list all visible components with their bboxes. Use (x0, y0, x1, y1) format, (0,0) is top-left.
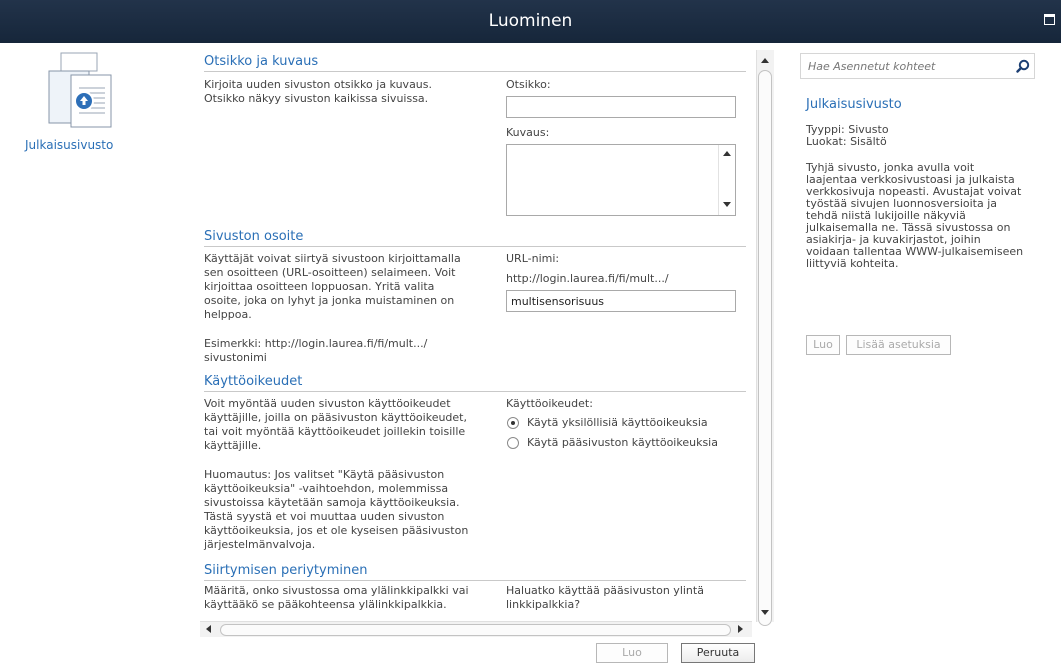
url-prefix: http://login.laurea.fi/fi/mult.../ (506, 272, 669, 285)
note-line: Tästä syystä et voi muuttaa uuden sivust… (204, 510, 445, 523)
title-input[interactable] (506, 96, 736, 118)
section-address-heading: Sivuston osoite (204, 229, 304, 244)
question-line: Haluatko käyttää pääsivuston ylintä (506, 584, 704, 597)
desc-line: käyttäjille. (204, 439, 262, 452)
cancel-button[interactable]: Peruuta (681, 643, 755, 663)
template-label[interactable]: Julkaisusivusto (25, 138, 113, 152)
example-line: Esimerkki: http://login.laurea.fi/fi/mul… (204, 337, 428, 350)
horizontal-scrollbar[interactable] (200, 621, 752, 637)
scroll-down-icon[interactable] (723, 202, 731, 207)
description-textarea[interactable] (506, 144, 736, 216)
question-line: linkkipalkkia? (506, 598, 581, 611)
scroll-right-icon[interactable] (738, 625, 743, 633)
scroll-up-icon[interactable] (761, 58, 769, 63)
scroll-left-icon[interactable] (206, 625, 211, 633)
vertical-scroll-thumb[interactable] (758, 70, 772, 626)
template-categories: Luokat: Sisältö (806, 135, 887, 148)
scroll-down-icon[interactable] (761, 610, 769, 615)
template-description: Tyhjä sivusto, jonka avulla voit laajent… (806, 162, 1023, 270)
url-label: URL-nimi: (506, 252, 560, 265)
note-line: käyttöoikeuksia, jos et ole kyseisen pää… (204, 524, 469, 537)
search-icon[interactable] (1016, 59, 1030, 73)
permissions-note: Huomautus: Jos valitset "Käytä pääsivust… (204, 468, 496, 552)
section-title-desc-heading: Otsikko ja kuvaus (204, 54, 319, 69)
navigation-text: Määritä, onko sivustossa oma ylälinkkipa… (204, 584, 496, 612)
section-divider (204, 580, 746, 581)
desc-line: käyttäjille, joilla on pääsivuston käytt… (204, 411, 467, 424)
desc-line: tai voit myöntää käyttöoikeudet joilleki… (204, 425, 466, 438)
title-label: Otsikko: (506, 78, 551, 91)
template-detail-title: Julkaisusivusto (806, 97, 902, 112)
note-line: järjestelmänvalvoja. (204, 538, 316, 551)
radio-parent-permissions[interactable] (507, 437, 519, 449)
section-divider (204, 246, 746, 247)
address-text: Käyttäjät voivat siirtyä sivustoon kirjo… (204, 252, 496, 322)
more-options-button[interactable]: Lisää asetuksia (846, 335, 951, 355)
example-line: sivustonimi (204, 351, 267, 364)
desc-line: sen osoitteen (URL-osoitteen) selaimeen.… (204, 266, 456, 279)
window-title: Luominen (488, 11, 573, 31)
site-template-icon[interactable] (47, 52, 123, 128)
maximize-icon[interactable] (1044, 14, 1055, 25)
window-titlebar: Luominen (0, 0, 1061, 43)
description-label: Kuvaus: (506, 126, 550, 139)
url-input[interactable] (506, 290, 736, 312)
scroll-up-icon[interactable] (723, 151, 731, 156)
desc-line: helppoa. (204, 308, 252, 321)
desc-line: Kirjoita uuden sivuston otsikko ja kuvau… (204, 78, 433, 91)
desc-line: osoite, joka on lyhyt ja jonka muistamin… (204, 294, 455, 307)
navigation-question: Haluatko käyttää pääsivuston ylintä link… (506, 584, 736, 612)
address-example: Esimerkki: http://login.laurea.fi/fi/mul… (204, 337, 496, 365)
section-divider (204, 71, 746, 72)
radio-unique-permissions[interactable] (507, 417, 519, 429)
desc-line: Määritä, onko sivustossa oma ylälinkkipa… (204, 584, 469, 597)
section-navigation-heading: Siirtymisen periytyminen (204, 563, 368, 578)
desc-line: Käyttäjät voivat siirtyä sivustoon kirjo… (204, 252, 461, 265)
description-line: liittyviä kohteita. (806, 257, 899, 270)
section-permissions-heading: Käyttöoikeudet (204, 374, 303, 389)
textarea-scrollbar[interactable] (718, 145, 735, 215)
radio-unique-permissions-label[interactable]: Käytä yksilöllisiä käyttöoikeuksia (527, 416, 708, 429)
desc-line: käyttääkö se pääkohteensa ylälinkkipalkk… (204, 598, 447, 611)
radio-parent-permissions-label[interactable]: Käytä pääsivuston käyttöoikeuksia (527, 436, 718, 449)
installed-items-search[interactable]: Hae Asennetut kohteet (800, 53, 1035, 79)
horizontal-scroll-thumb[interactable] (220, 624, 731, 636)
radio-selected-dot (511, 421, 515, 425)
permissions-label: Käyttöoikeudet: (506, 397, 593, 410)
create-button[interactable]: Luo (596, 643, 668, 663)
desc-line: Voit myöntää uuden sivuston käyttöoikeud… (204, 397, 451, 410)
note-line: käyttöoikeuksia" -vaihtoehdon, molemmiss… (204, 482, 449, 495)
desc-line: Otsikko näkyy sivuston kaikissa sivuissa… (204, 92, 429, 105)
title-desc-text: Kirjoita uuden sivuston otsikko ja kuvau… (204, 78, 496, 106)
search-placeholder[interactable]: Hae Asennetut kohteet (808, 60, 935, 73)
desc-line: kirjoittaa osoitteen loppuosan. Yritä va… (204, 280, 435, 293)
permissions-text: Voit myöntää uuden sivuston käyttöoikeud… (204, 397, 496, 453)
vertical-scrollbar[interactable] (756, 50, 774, 626)
section-divider (204, 391, 746, 392)
panel-create-button[interactable]: Luo (806, 335, 840, 355)
note-line: Huomautus: Jos valitset "Käytä pääsivust… (204, 468, 445, 481)
note-line: sivustoissa käytetään samoja käyttöoikeu… (204, 496, 460, 509)
